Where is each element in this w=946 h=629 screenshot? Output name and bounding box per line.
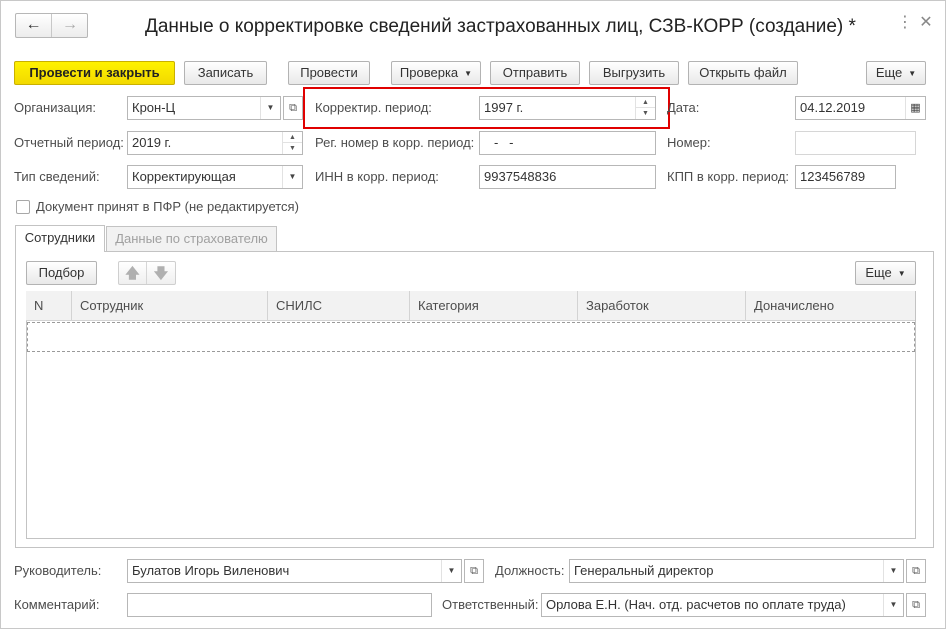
comment-label: Комментарий:	[14, 597, 100, 612]
chevron-down-icon[interactable]: ▼	[260, 97, 280, 119]
chevron-down-icon[interactable]: ▼	[441, 560, 461, 582]
kpp-value: 123456789	[800, 169, 866, 184]
more-button-label: Еще	[875, 65, 903, 80]
date-value: 04.12.2019	[800, 100, 866, 115]
period-field[interactable]: 2019 г. ▲ ▼	[127, 131, 303, 155]
highlight-frame	[303, 87, 670, 129]
send-button[interactable]: Отправить	[490, 61, 580, 85]
tab-employees[interactable]: Сотрудники	[15, 225, 105, 252]
responsible-field[interactable]: Орлова Е.Н. (Нач. отд. расчетов по оплат…	[541, 593, 904, 617]
reg-number-label: Рег. номер в корр. период:	[315, 135, 475, 150]
position-field[interactable]: Генеральный директор ▼	[569, 559, 904, 583]
unload-button[interactable]: Выгрузить	[589, 61, 679, 85]
open-responsible-icon[interactable]: ⧉	[906, 593, 926, 617]
chevron-down-icon[interactable]: ▼	[883, 594, 903, 616]
forward-arrow-icon[interactable]: →	[52, 14, 88, 37]
open-head-icon[interactable]: ⧉	[464, 559, 484, 583]
chevron-down-icon[interactable]: ▼	[282, 166, 302, 188]
more-vert-icon[interactable]: ⋮	[897, 13, 913, 33]
accepted-checkbox-label: Документ принят в ПФР (не редактируется)	[36, 199, 299, 214]
inn-value: 9937548836	[484, 169, 557, 184]
date-label: Дата:	[667, 100, 700, 115]
document-window: ← → Данные о корректировке сведений заст…	[0, 0, 946, 629]
more-button[interactable]: Еще ▼	[866, 61, 926, 85]
organization-value: Крон-Ц	[132, 100, 176, 115]
check-button-label: Проверка	[399, 65, 459, 80]
position-value: Генеральный директор	[574, 563, 714, 578]
table-more-button[interactable]: Еще ▼	[855, 261, 916, 285]
accepted-checkbox[interactable]	[16, 200, 30, 214]
type-label: Тип сведений:	[14, 169, 100, 184]
organization-field[interactable]: Крон-Ц ▼	[127, 96, 281, 120]
column-additional[interactable]: Доначислено	[746, 291, 915, 321]
head-field[interactable]: Булатов Игорь Виленович ▼	[127, 559, 462, 583]
post-and-close-button[interactable]: Провести и закрыть	[14, 61, 175, 85]
column-earnings[interactable]: Заработок	[578, 291, 746, 321]
inn-label: ИНН в корр. период:	[315, 169, 439, 184]
move-buttons: 🡅 🡇	[118, 261, 176, 285]
inn-field[interactable]: 9937548836	[479, 165, 656, 189]
position-label: Должность:	[495, 563, 565, 578]
post-button[interactable]: Провести	[288, 61, 370, 85]
reg-number-field[interactable]: - -	[479, 131, 656, 155]
chevron-down-icon: ▼	[897, 269, 906, 278]
open-file-button[interactable]: Открыть файл	[688, 61, 798, 85]
select-button[interactable]: Подбор	[26, 261, 97, 285]
open-organization-icon[interactable]: ⧉	[283, 96, 303, 120]
head-value: Булатов Игорь Виленович	[132, 563, 290, 578]
column-snils[interactable]: СНИЛС	[268, 291, 410, 321]
window-title: Данные о корректировке сведений застрахо…	[145, 16, 856, 37]
number-label: Номер:	[667, 135, 711, 150]
number-field[interactable]	[795, 131, 916, 155]
table-row[interactable]	[27, 322, 915, 352]
organization-label: Организация:	[14, 100, 97, 115]
comment-field[interactable]	[127, 593, 432, 617]
type-field[interactable]: Корректирующая ▼	[127, 165, 303, 189]
check-button[interactable]: Проверка ▼	[391, 61, 481, 85]
type-value: Корректирующая	[132, 169, 236, 184]
head-label: Руководитель:	[14, 563, 102, 578]
period-spinner[interactable]: ▲ ▼	[282, 132, 302, 154]
table-header: N Сотрудник СНИЛС Категория Заработок До…	[26, 291, 915, 321]
spin-up-icon[interactable]: ▲	[283, 132, 302, 143]
nav-buttons: ← →	[15, 13, 88, 38]
chevron-down-icon[interactable]: ▼	[883, 560, 903, 582]
open-position-icon[interactable]: ⧉	[906, 559, 926, 583]
spin-down-icon[interactable]: ▼	[283, 143, 302, 154]
column-employee[interactable]: Сотрудник	[72, 291, 268, 321]
responsible-label: Ответственный:	[442, 597, 539, 612]
tab-insurer-data[interactable]: Данные по страхователю	[106, 226, 277, 252]
close-icon[interactable]: ✕	[918, 13, 934, 33]
table-more-label: Еще	[865, 265, 892, 280]
kpp-field[interactable]: 123456789	[795, 165, 896, 189]
move-up-icon[interactable]: 🡅	[119, 262, 147, 284]
date-field[interactable]: 04.12.2019 ▦	[795, 96, 926, 120]
responsible-value: Орлова Е.Н. (Нач. отд. расчетов по оплат…	[546, 597, 846, 612]
back-arrow-icon[interactable]: ←	[16, 14, 52, 37]
column-category[interactable]: Категория	[410, 291, 578, 321]
column-n[interactable]: N	[26, 291, 72, 321]
chevron-down-icon: ▼	[908, 69, 917, 78]
reg-number-value: - -	[494, 135, 514, 150]
period-label: Отчетный период:	[14, 135, 124, 150]
kpp-label: КПП в корр. период:	[667, 169, 790, 184]
chevron-down-icon: ▼	[464, 69, 473, 78]
save-button[interactable]: Записать	[184, 61, 267, 85]
move-down-icon[interactable]: 🡇	[147, 262, 175, 284]
period-value: 2019 г.	[132, 135, 172, 150]
calendar-icon[interactable]: ▦	[905, 97, 925, 119]
